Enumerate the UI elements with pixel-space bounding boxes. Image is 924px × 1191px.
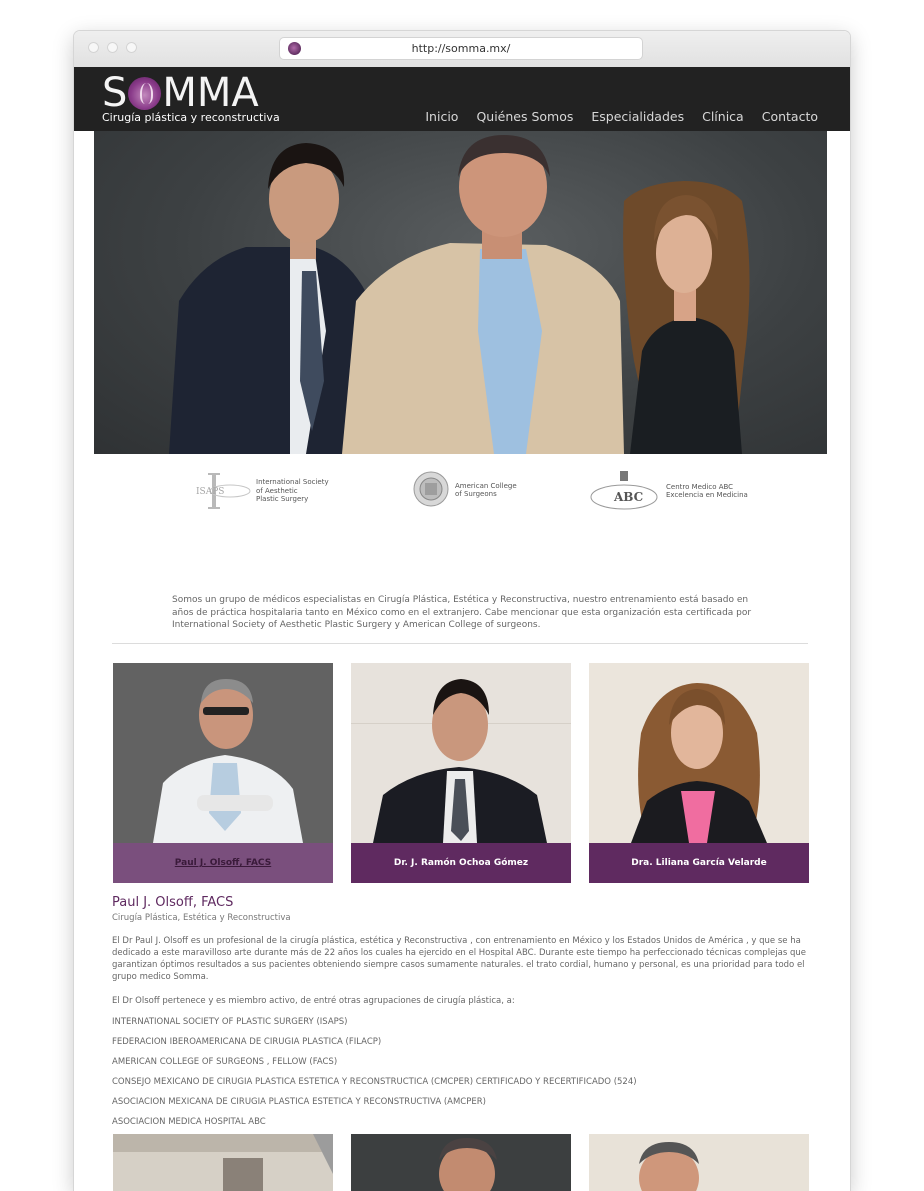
next-card-1[interactable] <box>113 1134 333 1191</box>
doctor-name-garcia[interactable]: Dra. Liliana García Velarde <box>589 843 809 883</box>
doctor-card-ochoa[interactable]: Dr. J. Ramón Ochoa Gómez <box>351 663 571 883</box>
acs-line-1: American College <box>455 481 517 490</box>
minimize-window-button[interactable] <box>107 42 118 53</box>
acs-logo[interactable]: American College of Surgeons <box>413 469 517 511</box>
membership-item: ASOCIACION MEDICA HOSPITAL ABC <box>112 1117 266 1127</box>
bio-name: Paul J. Olsoff, FACS <box>112 895 234 910</box>
membership-item: AMERICAN COLLEGE OF SURGEONS , FELLOW (F… <box>112 1057 338 1067</box>
next-card-3[interactable] <box>589 1134 809 1191</box>
nav-clinica[interactable]: Clínica <box>702 109 744 124</box>
maximize-window-button[interactable] <box>126 42 137 53</box>
intro-paragraph: Somos un grupo de médicos especialistas … <box>172 595 752 630</box>
next-photo-2 <box>351 1134 571 1191</box>
next-card-2[interactable] <box>351 1134 571 1191</box>
abc-logo[interactable]: ABC Centro Medico ABC Excelencia en Medi… <box>590 469 748 513</box>
nav-quienes-somos[interactable]: Quiénes Somos <box>476 109 573 124</box>
doctor-bio: Paul J. Olsoff, FACS Cirugía Plástica, E… <box>112 895 812 1127</box>
membership-item: FEDERACION IBEROAMERICANA DE CIRUGIA PLA… <box>112 1037 382 1047</box>
site-tagline: Cirugía plástica y reconstructiva <box>102 111 280 124</box>
abc-line-2: Excelencia en Medicina <box>666 491 748 499</box>
membership-item: ASOCIACION MEXICANA DE CIRUGIA PLASTICA … <box>112 1097 486 1107</box>
doctor-photo-ochoa <box>351 663 571 843</box>
section-divider <box>112 643 808 644</box>
isaps-emblem-icon: ISAPS <box>196 473 251 509</box>
membership-item: CONSEJO MEXICANO DE CIRUGIA PLASTICA EST… <box>112 1077 637 1087</box>
close-window-button[interactable] <box>88 42 99 53</box>
site-header: S MMA Cirugía plástica y reconstructiva … <box>74 67 850 131</box>
logo-letters-mma: MMA <box>162 70 259 116</box>
isaps-logo[interactable]: ISAPS International Society of Aesthetic… <box>194 471 329 511</box>
nav-contacto[interactable]: Contacto <box>762 109 818 124</box>
membership-item: INTERNATIONAL SOCIETY OF PLASTIC SURGERY… <box>112 1017 348 1027</box>
nav-especialidades[interactable]: Especialidades <box>591 109 684 124</box>
isaps-line-1: International Society <box>256 478 329 487</box>
site-logo[interactable]: S MMA Cirugía plástica y reconstructiva <box>102 71 280 124</box>
isaps-line-2: of Aesthetic <box>256 486 298 495</box>
hero-team-photo <box>94 131 827 454</box>
doctor-photo-garcia <box>589 663 809 843</box>
isaps-line-3: Plastic Surgery <box>256 495 309 504</box>
team-photo-illustration <box>169 135 750 454</box>
url-text[interactable]: http://somma.mx/ <box>280 42 642 55</box>
abc-emblem-icon: ABC <box>590 471 658 510</box>
next-photo-3 <box>589 1134 809 1191</box>
abc-mark-text: ABC <box>613 490 643 504</box>
doctor-card-olsoff[interactable]: Paul J. Olsoff, FACS <box>113 663 333 883</box>
certifications-strip: ISAPS International Society of Aesthetic… <box>74 467 850 517</box>
bio-role: Cirugía Plástica, Estética y Reconstruct… <box>112 913 291 923</box>
doctor-name-ochoa[interactable]: Dr. J. Ramón Ochoa Gómez <box>351 843 571 883</box>
acs-line-2: of Surgeons <box>455 490 497 498</box>
browser-toolbar: http://somma.mx/ <box>74 31 850 68</box>
doctor-card-garcia[interactable]: Dra. Liliana García Velarde <box>589 663 809 883</box>
next-photo-1 <box>113 1134 333 1191</box>
doctor-photo-olsoff <box>113 663 333 843</box>
isaps-mark-text: ISAPS <box>196 487 224 497</box>
bio-paragraph-1: El Dr Paul J. Olsoff es un profesional d… <box>112 936 807 982</box>
doctor-name-olsoff[interactable]: Paul J. Olsoff, FACS <box>113 843 333 883</box>
abc-line-1: Centro Medico ABC <box>666 482 734 491</box>
address-bar[interactable]: http://somma.mx/ <box>280 38 642 59</box>
acs-seal-icon <box>413 471 449 507</box>
main-nav: Inicio Quiénes Somos Especialidades Clín… <box>425 109 818 124</box>
bio-paragraph-2: El Dr Olsoff pertenece y es miembro acti… <box>112 996 515 1006</box>
web-page: S MMA Cirugía plástica y reconstructiva … <box>74 67 850 1191</box>
logo-letter-s: S <box>102 70 128 116</box>
logo-silhouette-icon <box>128 76 162 110</box>
nav-inicio[interactable]: Inicio <box>425 109 458 124</box>
browser-window: http://somma.mx/ S MMA Cirugía plástica … <box>74 31 850 1191</box>
